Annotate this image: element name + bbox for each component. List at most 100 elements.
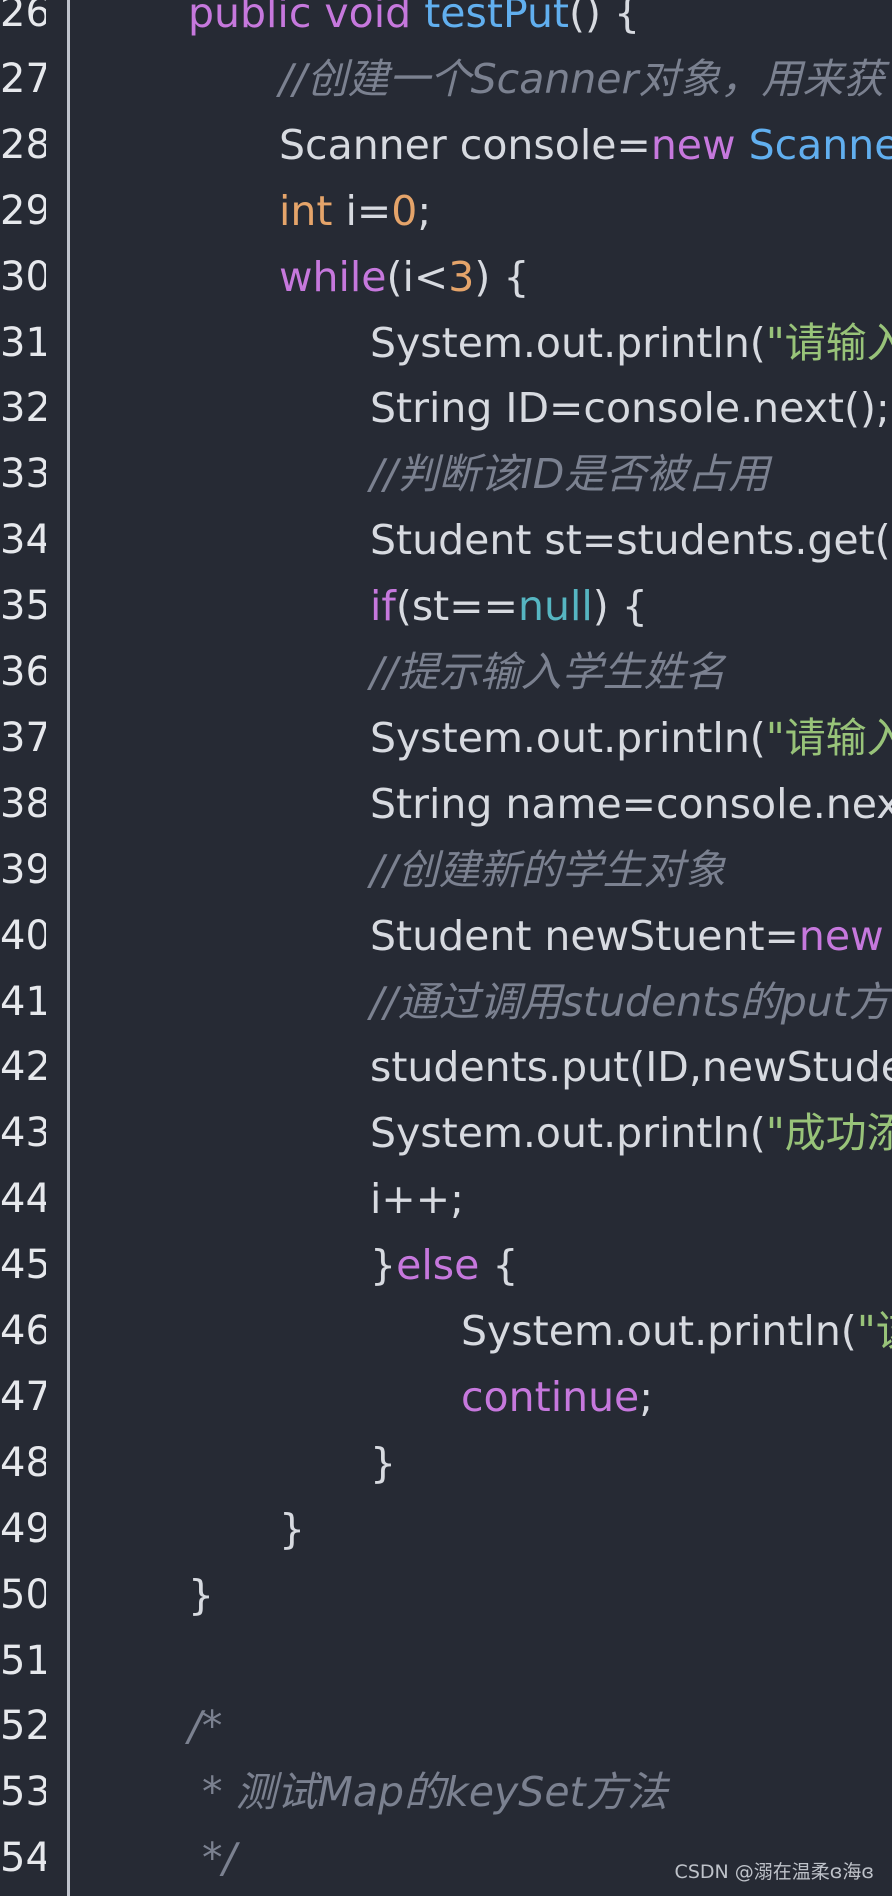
- code-text: //创建新的学生对象: [370, 837, 726, 903]
- code-line[interactable]: 34 Student st=students.get(ID: [0, 507, 892, 573]
- line-number: 45: [0, 1242, 46, 1289]
- code-text: }else {: [370, 1232, 518, 1298]
- code-line[interactable]: 53 * 测试Map的keySet方法: [0, 1759, 892, 1825]
- line-number: 54: [0, 1835, 46, 1882]
- code-editor[interactable]: 26 public void testPut() {27 //创建一个Scanner…: [0, 0, 892, 1896]
- code-token: students.put(ID,newStuder: [370, 1043, 892, 1092]
- code-text: String name=console.next: [370, 771, 892, 837]
- code-line[interactable]: 36 //提示输入学生姓名: [0, 639, 892, 705]
- code-text: i++;: [370, 1166, 464, 1232]
- code-token: String name=console.next: [370, 779, 892, 828]
- line-number: 31: [0, 319, 46, 366]
- code-token: }: [279, 1504, 306, 1553]
- code-text: System.out.println("请输入: [370, 705, 892, 771]
- code-line[interactable]: 39 //创建新的学生对象: [0, 837, 892, 903]
- code-token: //提示输入学生姓名: [370, 648, 726, 696]
- code-line[interactable]: 29 int i=0;: [0, 178, 892, 244]
- code-line[interactable]: 27 //创建一个Scanner对象，用来获: [0, 46, 892, 112]
- code-token: continue: [461, 1372, 640, 1421]
- code-token: new: [650, 120, 749, 169]
- code-token: //创建新的学生对象: [370, 845, 726, 894]
- line-number: 35: [0, 583, 46, 630]
- line-number: 41: [0, 978, 46, 1025]
- code-token: ;: [417, 186, 432, 235]
- code-token: else: [396, 1241, 480, 1290]
- line-number: 28: [0, 121, 46, 168]
- code-line[interactable]: 41 //通过调用students的put方: [0, 969, 892, 1035]
- code-text: System.out.println("请输入: [370, 310, 892, 376]
- code-text: }: [370, 1430, 396, 1496]
- code-line[interactable]: 46 System.out.println("该: [0, 1298, 892, 1364]
- code-line[interactable]: 28 Scanner console=new Scanner: [0, 112, 892, 178]
- line-number: 38: [0, 780, 46, 827]
- code-token: ;: [639, 1372, 654, 1421]
- code-token: "成功添: [765, 1109, 892, 1158]
- code-token: */: [202, 1834, 237, 1883]
- code-line[interactable]: 43 System.out.println("成功添: [0, 1100, 892, 1166]
- line-number: 42: [0, 1044, 46, 1091]
- code-text: /*: [188, 1693, 222, 1759]
- code-token: }: [188, 1570, 215, 1619]
- code-line[interactable]: 32 String ID=console.next();: [0, 375, 892, 441]
- code-token: Student st=students.get(ID: [370, 516, 892, 565]
- line-number: 46: [0, 1308, 46, 1354]
- line-number: 39: [0, 846, 46, 893]
- code-text: * 测试Map的keySet方法: [202, 1759, 668, 1825]
- code-token: null: [517, 582, 593, 631]
- code-token: Student newStuent=: [370, 911, 799, 960]
- code-token: System.out.println(: [370, 713, 766, 762]
- code-line[interactable]: 35 if(st==null) {: [0, 573, 892, 639]
- code-text: if(st==null) {: [370, 573, 648, 639]
- code-token: //创建一个Scanner对象，用来获: [279, 54, 885, 103]
- code-text: //通过调用students的put方: [370, 969, 890, 1035]
- code-text: continue;: [461, 1364, 653, 1430]
- code-token: "请输入: [765, 318, 892, 367]
- code-token: (st==: [395, 582, 518, 631]
- line-number: 29: [0, 187, 46, 234]
- code-line[interactable]: 42 students.put(ID,newStuder: [0, 1034, 892, 1100]
- code-line[interactable]: 51: [0, 1628, 892, 1694]
- code-token: * 测试Map的keySet方法: [202, 1768, 668, 1817]
- line-number: 34: [0, 517, 46, 564]
- code-token: new: [798, 911, 892, 960]
- code-token: 3: [448, 252, 475, 301]
- code-line[interactable]: 26 public void testPut() {: [0, 0, 892, 46]
- line-number: 51: [0, 1637, 46, 1684]
- code-token: System.out.println(: [370, 318, 766, 367]
- code-token: int: [279, 186, 346, 235]
- code-token: String ID=console.next();: [370, 384, 890, 433]
- code-line[interactable]: 50}: [0, 1562, 892, 1628]
- csdn-watermark: CSDN @溺在温柔ɞ海ɞ: [674, 1861, 874, 1883]
- code-text: //判断该ID是否被占用: [370, 441, 769, 507]
- code-token: //通过调用students的put方: [370, 977, 890, 1026]
- code-text: }: [188, 1562, 214, 1628]
- line-number: 48: [0, 1439, 46, 1486]
- line-number: 49: [0, 1505, 46, 1552]
- code-line[interactable]: 30 while(i<3) {: [0, 244, 892, 310]
- code-token: (i<: [386, 252, 449, 301]
- code-token: //判断该ID是否被占用: [370, 450, 770, 499]
- code-line[interactable]: 49}: [0, 1496, 892, 1562]
- code-token: ) {: [474, 252, 530, 301]
- code-line[interactable]: 37 System.out.println("请输入: [0, 705, 892, 771]
- code-text: Student st=students.get(ID: [370, 507, 892, 573]
- line-number: 40: [0, 912, 46, 959]
- line-number: 26: [0, 0, 46, 36]
- code-line[interactable]: 38 String name=console.next: [0, 771, 892, 837]
- code-line[interactable]: 33 //判断该ID是否被占用: [0, 441, 892, 507]
- code-line[interactable]: 47 continue;: [0, 1364, 892, 1430]
- code-text: */: [202, 1825, 236, 1891]
- code-line[interactable]: 48}: [0, 1430, 892, 1496]
- code-line[interactable]: 44 i++;: [0, 1166, 892, 1232]
- code-line[interactable]: 52 /*: [0, 1693, 892, 1759]
- line-number: 50: [0, 1571, 46, 1618]
- code-line[interactable]: 31 System.out.println("请输入: [0, 310, 892, 376]
- code-line[interactable]: 40 Student newStuent=new S: [0, 903, 892, 969]
- code-text: Student newStuent=new S: [370, 903, 892, 969]
- code-text: }: [279, 1496, 305, 1562]
- code-line[interactable]: 45 }else {: [0, 1232, 892, 1298]
- code-text: students.put(ID,newStuder: [370, 1034, 892, 1100]
- line-number: 37: [0, 714, 46, 761]
- line-number: 53: [0, 1769, 46, 1816]
- code-token: System.out.println(: [370, 1109, 766, 1158]
